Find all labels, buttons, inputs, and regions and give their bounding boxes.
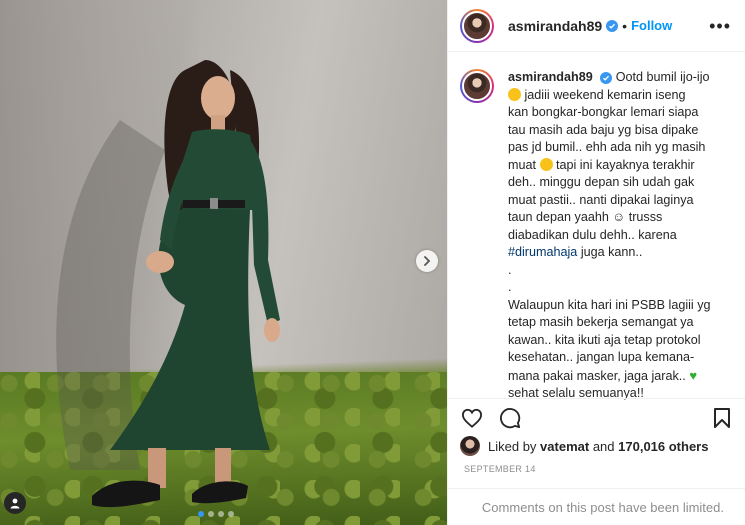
- caption-line: tapi ini kayaknya terakhir: [556, 157, 695, 172]
- likes-count[interactable]: 170,016 others: [618, 439, 708, 454]
- caption-line: taun depan yaahh ☺ trusss: [508, 210, 663, 224]
- comments-limited-notice: Comments on this post have been limited.: [448, 488, 745, 525]
- liker-username[interactable]: vatemat: [540, 439, 589, 454]
- caption-line: muat: [508, 157, 536, 172]
- likes-summary: Liked by vatemat and 170,016 others: [460, 436, 708, 456]
- hashtag-link[interactable]: #dirumahaja: [508, 245, 577, 259]
- carousel-dot-3: [218, 511, 224, 517]
- caption-line: .: [508, 262, 512, 277]
- post-photo[interactable]: [0, 0, 447, 525]
- carousel-dot-4: [228, 511, 234, 517]
- header-separator: •: [622, 17, 628, 34]
- post-actions: [448, 398, 745, 436]
- caption-line: pas jd bumil.. ehh ada nih yg masih: [508, 140, 706, 154]
- grinning-face-emoji-icon: [539, 157, 553, 171]
- more-options-icon[interactable]: •••: [709, 17, 731, 35]
- caption-line: juga kann..: [580, 245, 643, 259]
- follow-button[interactable]: Follow: [631, 18, 672, 33]
- caption-line: muat pastii.. nanti dipakai laginya: [508, 192, 694, 207]
- caption-text: asmirandah89 Ootd bumil ijo-ijo jadiii w…: [508, 69, 730, 400]
- squinting-face-emoji-icon: [508, 87, 521, 101]
- likes-and: and: [592, 438, 615, 454]
- green-heart-emoji-icon: ♥: [689, 367, 698, 383]
- next-image-button[interactable]: [416, 250, 438, 272]
- caption-line: jadiii weekend kemarin iseng: [524, 87, 686, 102]
- caption-line: tetap masih bekerja semangat ya: [508, 315, 694, 329]
- chevron-right-icon: [424, 256, 431, 266]
- like-button[interactable]: [460, 406, 484, 430]
- user-tag-icon: [10, 498, 20, 509]
- bookmark-icon: [714, 407, 730, 428]
- save-button[interactable]: [710, 406, 734, 430]
- caption-line: tau masih ada baju yg bisa dipake: [508, 122, 699, 137]
- caption-area: asmirandah89 Ootd bumil ijo-ijo jadiii w…: [448, 53, 745, 400]
- verified-badge-icon: [606, 19, 619, 32]
- caption-line: .: [508, 280, 512, 294]
- caption-line: Walaupun kita hari ini PSBB lagiii yg: [508, 297, 711, 312]
- verified-badge-icon: [600, 72, 613, 84]
- caption-line: mana pakai masker, jaga jarak..: [508, 368, 686, 383]
- caption-line: deh.. minggu depan sih udah gak: [508, 175, 695, 189]
- caption-line: diabadikan dulu dehh.. karena: [508, 227, 677, 242]
- post-header: asmirandah89 • Follow •••: [448, 0, 745, 52]
- post-date[interactable]: SEPTEMBER 14: [464, 464, 536, 474]
- tagged-users-button[interactable]: [4, 492, 26, 514]
- caption-line: kesehatan.. jangan lupa kemana-: [508, 350, 695, 364]
- caption-username[interactable]: asmirandah89: [508, 70, 593, 84]
- carousel-dot-1: [198, 511, 204, 517]
- carousel-dot-2: [208, 511, 214, 517]
- carousel-indicator: [198, 511, 234, 517]
- post-side-panel: asmirandah89 • Follow ••• asmirandah89 O…: [447, 0, 745, 525]
- author-username[interactable]: asmirandah89: [508, 18, 602, 34]
- caption-line: Ootd bumil ijo-ijo: [615, 70, 710, 84]
- author-avatar[interactable]: [460, 8, 494, 43]
- woman-in-green-dress: [56, 60, 280, 508]
- caption-avatar[interactable]: [460, 69, 494, 103]
- liker-avatar[interactable]: [460, 436, 480, 456]
- caption-line: kawan.. kita ikuti aja tetap protokol: [508, 332, 701, 347]
- comment-button[interactable]: [498, 406, 522, 430]
- comment-icon: [500, 407, 521, 428]
- caption-line: kan bongkar-bongkar lemari siapa: [508, 105, 699, 119]
- heart-icon: [461, 408, 483, 428]
- likes-prefix: Liked by: [488, 438, 537, 454]
